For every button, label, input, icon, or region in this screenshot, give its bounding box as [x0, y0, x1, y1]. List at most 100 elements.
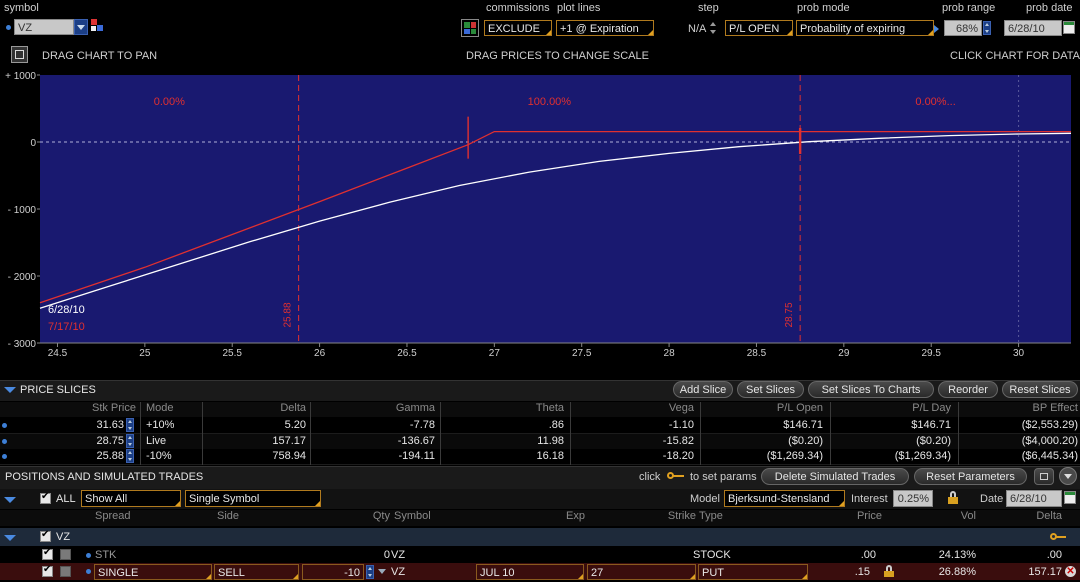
prob-mode-select[interactable]: Probability of expiring [796, 20, 934, 36]
link-dot-icon[interactable] [6, 25, 11, 30]
probability-label: 100.00% [528, 96, 572, 108]
row-stock-flag[interactable] [60, 549, 71, 560]
set-slices-button[interactable]: Set Slices [737, 381, 804, 398]
drag-pan-hint: DRAG CHART TO PAN [42, 50, 158, 62]
date-calendar-icon[interactable] [1064, 491, 1076, 504]
reset-parameters-button[interactable]: Reset Parameters [914, 468, 1027, 485]
slice-price-spinner-icon[interactable] [126, 433, 134, 448]
all-checkbox[interactable] [40, 491, 51, 504]
row-option-flag[interactable] [60, 566, 71, 577]
reset-slices-button[interactable]: Reset Slices [1002, 381, 1078, 398]
prob-date-input[interactable]: 6/28/10 [1004, 20, 1062, 36]
risk-profile-chart[interactable]: + 1000 0 - 1000 - 2000 - 3000 24.5 25 25.5 26 26… [0, 72, 1080, 372]
slice-cell-mode[interactable]: +10% [146, 419, 196, 431]
slice-cell-stk[interactable]: 25.88 [60, 450, 124, 462]
column-divider [440, 402, 441, 465]
step-spinner-icon[interactable] [710, 20, 717, 36]
prob-range-label: prob range [942, 2, 996, 14]
collapse-panel-icon[interactable] [1059, 467, 1077, 485]
step-value[interactable]: N/A [688, 23, 706, 35]
col-mode: Mode [146, 402, 174, 414]
slice-cell-stk[interactable]: 28.75 [60, 435, 124, 447]
x-tick-label: 28 [664, 348, 676, 359]
column-divider [830, 402, 831, 465]
click-hint: click [639, 471, 661, 483]
row-stock-link-icon[interactable] [86, 553, 91, 558]
lock-icon[interactable] [948, 491, 958, 505]
symbol-dropdown-icon[interactable] [74, 19, 88, 35]
prob-range-input[interactable]: 68% [944, 20, 982, 36]
layout-icon[interactable] [1034, 468, 1054, 485]
slice-price-spinner-icon[interactable] [126, 418, 134, 432]
row-stock-checkbox[interactable] [42, 547, 53, 560]
prob-range-arrow-icon[interactable] [934, 25, 939, 33]
row-option-exp[interactable]: JUL 10 [476, 564, 584, 580]
col-pl-open: P/L Open [776, 402, 823, 414]
prob-range-spinner-icon[interactable] [983, 21, 991, 35]
row-option-checkbox[interactable] [42, 564, 53, 577]
x-tick-label: 27 [489, 348, 501, 359]
delete-simulated-trades-button[interactable]: Delete Simulated Trades [761, 468, 909, 485]
slice-cell-vega: -15.82 [662, 434, 694, 447]
collapse-group-icon[interactable] [4, 535, 16, 541]
legend-today: 6/28/10 [48, 304, 85, 316]
positions-title: POSITIONS AND SIMULATED TRADES [5, 471, 204, 483]
row-option-lock-icon[interactable] [884, 565, 894, 578]
row-option-qty[interactable]: -10 [302, 564, 364, 580]
symbol-input[interactable]: VZ [14, 19, 74, 35]
row-option-strike[interactable]: 27 [587, 564, 696, 580]
slice-row-dot-icon[interactable] [2, 454, 7, 459]
set-slices-to-charts-button[interactable]: Set Slices To Charts [808, 381, 934, 398]
plot-lines-select[interactable]: +1 @ Expiration [556, 20, 654, 36]
remove-trade-icon[interactable]: ✕ [1065, 566, 1076, 577]
add-slice-button[interactable]: Add Slice [673, 381, 733, 398]
probability-label: 0.00% [154, 96, 185, 108]
group-mode-select[interactable]: Single Symbol [185, 490, 321, 507]
chart-image-icon[interactable] [11, 46, 28, 63]
row-option-side[interactable]: SELL [214, 564, 299, 580]
set-params-hint: to set params [690, 471, 757, 483]
row-option-spread[interactable]: SINGLE [94, 564, 212, 580]
probability-label: 0.00%... [915, 96, 955, 108]
group-symbol: VZ [56, 531, 71, 543]
slice-cell-stk[interactable]: 31.63 [60, 419, 124, 431]
row-stock-price[interactable]: .00 [800, 549, 876, 561]
group-key-icon[interactable] [1050, 533, 1066, 541]
grid-icon[interactable] [461, 19, 479, 37]
col-price: Price [856, 510, 882, 522]
row-option-qty-spinner-icon[interactable] [366, 565, 374, 579]
plot-area[interactable] [40, 75, 1071, 343]
slice-price-spinner-icon[interactable] [126, 449, 134, 463]
model-select[interactable]: Bjerksund-Stensland [724, 490, 845, 507]
calendar-icon[interactable] [1063, 21, 1075, 34]
date-input[interactable]: 6/28/10 [1006, 490, 1062, 507]
slice-cell-mode[interactable]: -10% [146, 450, 196, 462]
pl-mode-select[interactable]: P/L OPEN [725, 20, 793, 36]
show-filter-select[interactable]: Show All [81, 490, 181, 507]
slice-cell-vega: -1.10 [668, 419, 694, 431]
row-option-type[interactable]: PUT [698, 564, 808, 580]
slice-cell-mode[interactable]: Live [146, 435, 196, 447]
y-tick-label: + 1000 [5, 72, 36, 82]
slice-cell-theta: 16.18 [536, 450, 564, 462]
collapse-all-icon[interactable] [4, 497, 16, 503]
reorder-button[interactable]: Reorder [938, 381, 998, 398]
slice-cell-pl-day: $146.71 [911, 419, 951, 431]
row-option-link-icon[interactable] [86, 569, 91, 574]
row-stock-symbol: VZ [391, 549, 406, 561]
row-option-qty-dropdown-icon[interactable] [378, 569, 386, 574]
group-checkbox[interactable] [40, 529, 51, 542]
collapse-slices-icon[interactable] [4, 387, 16, 393]
group-row[interactable] [0, 528, 1080, 546]
row-option-delta: 157.17 [1028, 566, 1062, 578]
color-picker-icon[interactable] [91, 19, 103, 33]
slice-row-dot-icon[interactable] [2, 423, 7, 428]
slice-row-dot-icon[interactable] [2, 438, 7, 444]
commissions-select[interactable]: EXCLUDE [484, 20, 552, 36]
row-stock-qty[interactable]: 0 [320, 549, 390, 561]
slice-cell-bp: ($4,000.20) [1021, 434, 1078, 447]
slice-cell-pl-day: ($1,269.34) [894, 450, 951, 462]
col-type: Type [699, 510, 723, 522]
interest-input[interactable]: 0.25% [893, 490, 933, 507]
row-option-price[interactable]: .15 [820, 566, 870, 578]
